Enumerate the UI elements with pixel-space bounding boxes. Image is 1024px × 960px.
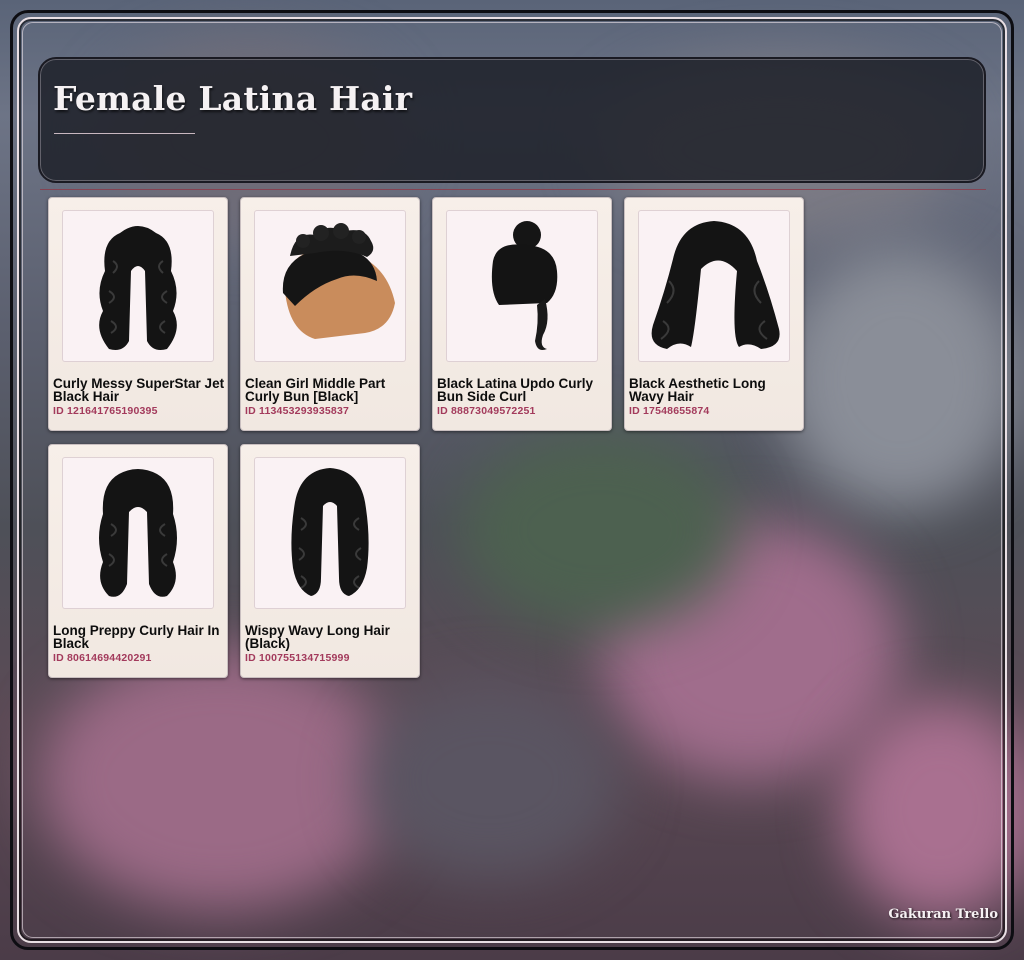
updo-bun-hair-icon (447, 211, 597, 361)
long-curly-hair-icon (63, 211, 213, 361)
item-id[interactable]: ID 121641765190395 (53, 405, 158, 417)
item-id[interactable]: ID 113453293935837 (245, 405, 349, 417)
hair-card[interactable]: Clean Girl Middle Part Curly Bun [Black]… (240, 197, 420, 431)
hair-card[interactable]: Long Preppy Curly Hair In Black ID 80614… (48, 444, 228, 678)
item-name: Wispy Wavy Long Hair (Black) (245, 623, 390, 651)
item-name: Black Latina Updo Curly Bun Side Curl (437, 376, 594, 404)
item-name: Clean Girl Middle Part Curly Bun [Black] (245, 376, 386, 404)
hair-card[interactable]: Black Aesthetic Long Wavy Hair ID 175486… (624, 197, 804, 431)
item-id[interactable]: ID 80614694420291 (53, 652, 152, 664)
title-underline (54, 133, 195, 134)
page-title: Female Latina Hair (53, 79, 413, 118)
hair-card[interactable]: Black Latina Updo Curly Bun Side Curl ID… (432, 197, 612, 431)
item-name: Long Preppy Curly Hair In Black (53, 623, 220, 651)
long-wavy-hair-icon (639, 211, 789, 361)
curly-bun-hair-icon (255, 211, 405, 361)
item-name: Black Aesthetic Long Wavy Hair (629, 376, 766, 404)
wispy-wavy-hair-icon (255, 458, 405, 608)
hair-card[interactable]: Curly Messy SuperStar Jet Black Hair ID … (48, 197, 228, 431)
item-id[interactable]: ID 100755134715999 (245, 652, 350, 664)
section-divider (40, 189, 986, 190)
title-banner: Female Latina Hair (38, 57, 986, 183)
item-id[interactable]: ID 88873049572251 (437, 405, 536, 417)
long-curly-hair-icon (63, 458, 213, 608)
item-name: Curly Messy SuperStar Jet Black Hair (53, 376, 225, 404)
footer-credit: Gakuran Trello (888, 907, 998, 922)
hair-card[interactable]: Wispy Wavy Long Hair (Black) ID 10075513… (240, 444, 420, 678)
item-id[interactable]: ID 17548655874 (629, 405, 709, 417)
